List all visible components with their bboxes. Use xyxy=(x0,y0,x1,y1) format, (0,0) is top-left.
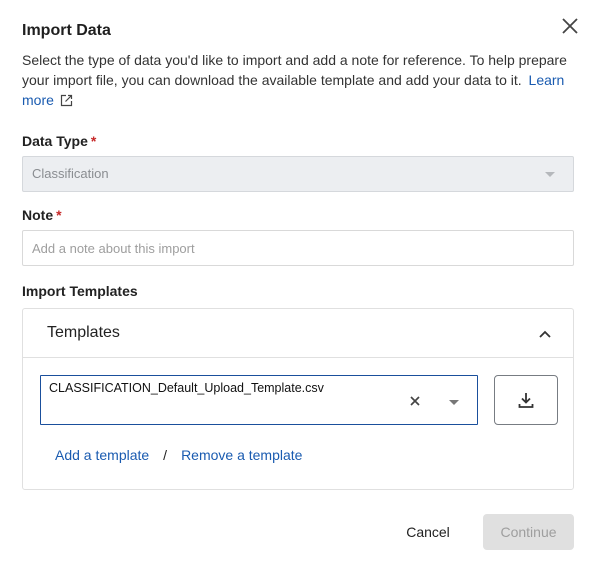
data-type-label-text: Data Type xyxy=(22,133,88,149)
chevron-up-icon[interactable] xyxy=(538,327,552,341)
chevron-down-icon[interactable] xyxy=(449,400,459,405)
template-links: Add a template / Remove a template xyxy=(55,447,302,463)
description-text: Select the type of data you'd like to im… xyxy=(22,52,567,88)
continue-button[interactable]: Continue xyxy=(483,514,574,550)
data-type-select[interactable]: Classification xyxy=(22,156,574,192)
chevron-down-icon xyxy=(545,172,555,177)
templates-panel: Templates CLASSIFICATION_Default_Upload_… xyxy=(22,308,574,490)
note-input[interactable] xyxy=(22,230,574,266)
required-marker: * xyxy=(56,207,62,223)
download-template-button[interactable] xyxy=(494,375,558,425)
required-marker: * xyxy=(90,133,97,149)
data-type-label: Data Type * xyxy=(22,133,96,149)
import-templates-label: Import Templates xyxy=(22,283,138,299)
external-link-icon xyxy=(60,94,73,107)
data-type-value: Classification xyxy=(32,166,109,181)
dialog-description: Select the type of data you'd like to im… xyxy=(22,50,578,110)
templates-panel-title: Templates xyxy=(47,324,120,341)
cancel-button[interactable]: Cancel xyxy=(392,514,464,550)
note-label-text: Note xyxy=(22,207,54,223)
selected-template: CLASSIFICATION_Default_Upload_Template.c… xyxy=(49,381,324,395)
add-template-link[interactable]: Add a template xyxy=(55,447,149,463)
remove-template-link[interactable]: Remove a template xyxy=(181,447,302,463)
templates-panel-header[interactable]: Templates xyxy=(23,309,573,358)
clear-icon[interactable] xyxy=(409,395,421,407)
link-separator: / xyxy=(163,447,168,463)
download-icon xyxy=(518,393,534,408)
note-label: Note * xyxy=(22,207,62,223)
close-icon[interactable] xyxy=(560,16,580,36)
dialog-title: Import Data xyxy=(22,22,111,39)
template-select[interactable]: CLASSIFICATION_Default_Upload_Template.c… xyxy=(40,375,478,425)
